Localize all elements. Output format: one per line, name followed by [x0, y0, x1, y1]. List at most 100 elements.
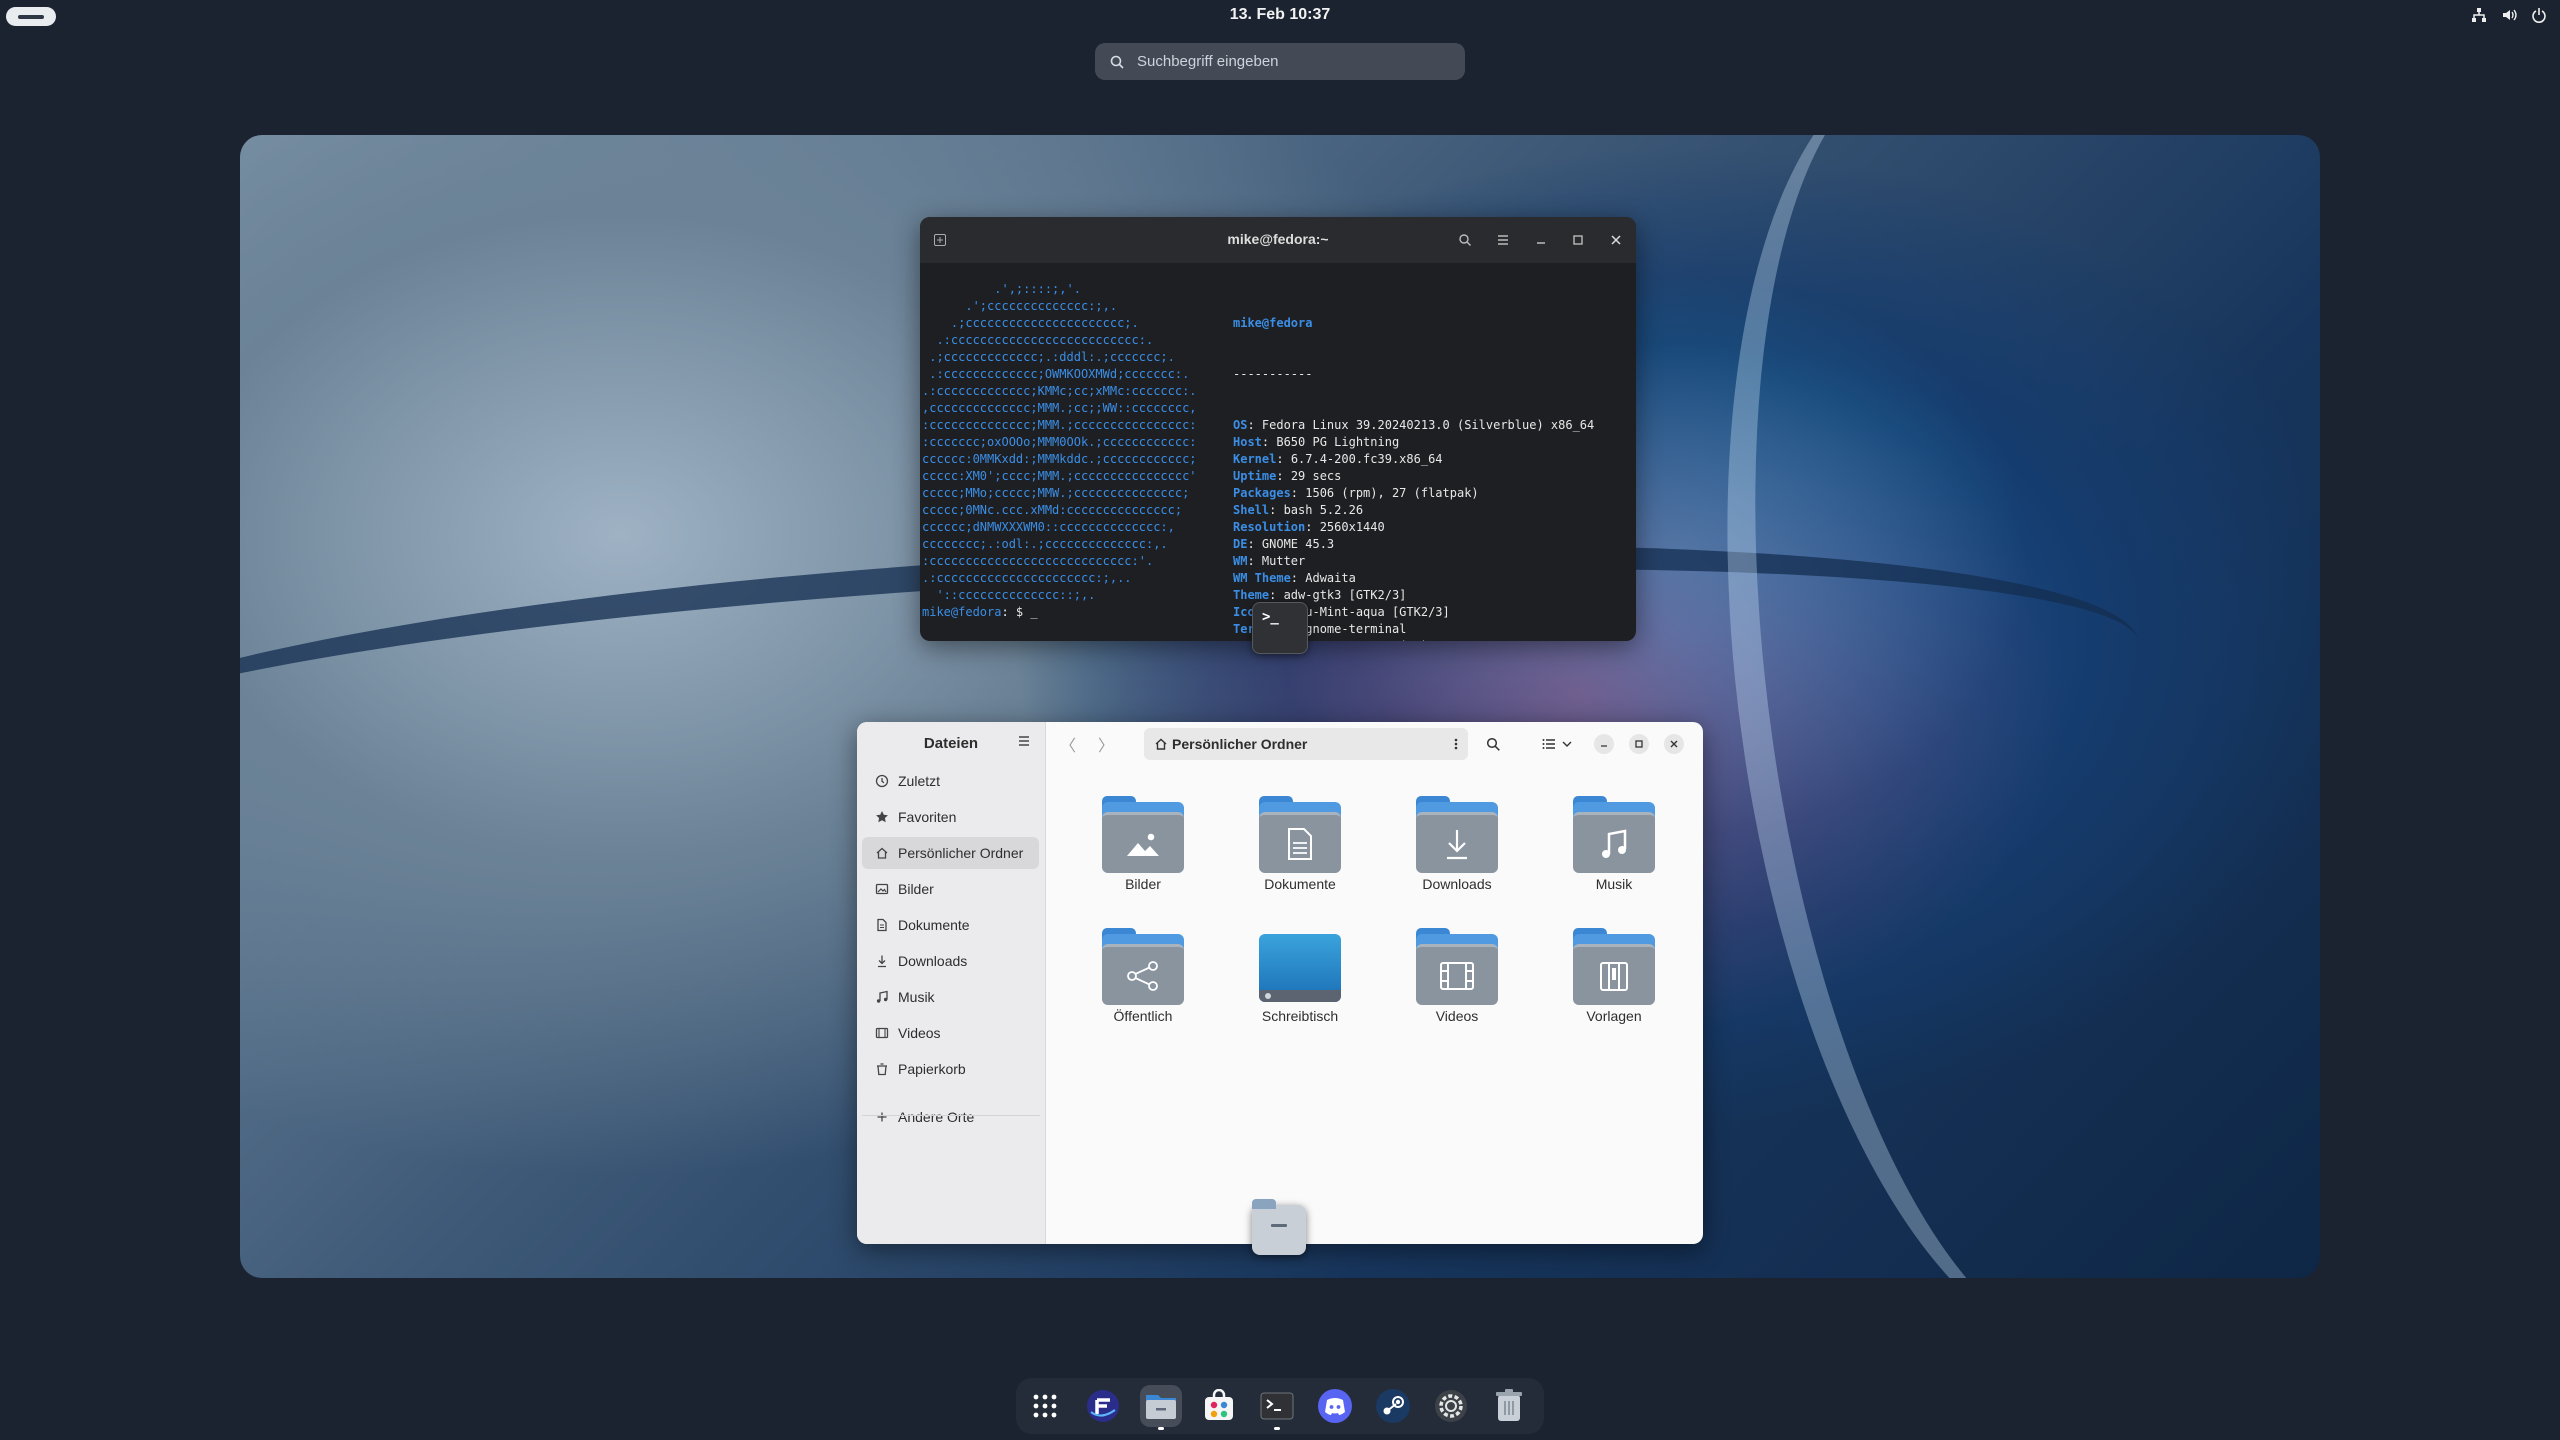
sidebar-item-downloads[interactable]: Downloads	[862, 945, 1039, 977]
terminal-icon[interactable]	[1256, 1385, 1298, 1430]
info-value: 29 secs	[1290, 469, 1342, 483]
sidebar-item-papierkorb[interactable]: Papierkorb	[862, 1053, 1039, 1085]
image-folder-icon	[1102, 796, 1184, 873]
folder-item[interactable]: Musik	[1544, 796, 1684, 892]
minimize-icon[interactable]	[1531, 230, 1551, 250]
forward-button[interactable]: 〉	[1096, 734, 1116, 755]
search-input[interactable]	[1135, 52, 1439, 71]
search-icon[interactable]	[1483, 734, 1503, 754]
info-line: Kernel: 6.7.4-200.fc39.x86_64	[1233, 452, 1443, 466]
activities-button[interactable]	[6, 7, 56, 26]
close-icon[interactable]	[1664, 734, 1684, 754]
terminal-prompt[interactable]: mike@fedora: $ _	[922, 605, 1038, 619]
dock	[1016, 1378, 1544, 1434]
info-line: WM Theme: Adwaita	[1233, 571, 1356, 585]
files-main[interactable]: 〈 〉 Persönlicher Ordner Bilder Dokumente…	[1046, 722, 1703, 1244]
terminal-output[interactable]: .',;::::;,'. .';cccccccccccccc:;,. .;ccc…	[920, 263, 1636, 641]
files-headerbar: 〈 〉 Persönlicher Ordner	[1046, 722, 1703, 766]
info-value: bash 5.2.26	[1283, 503, 1364, 517]
folder-item[interactable]: Videos	[1387, 928, 1527, 1024]
folder-item[interactable]: Vorlagen	[1544, 928, 1684, 1024]
chevron-down-icon[interactable]	[1557, 734, 1577, 754]
menu-icon[interactable]	[1493, 230, 1513, 250]
search-icon[interactable]	[1455, 230, 1475, 250]
network-icon[interactable]	[2470, 6, 2488, 24]
info-line: WM: Mutter	[1233, 554, 1306, 568]
maximize-icon[interactable]	[1629, 734, 1649, 754]
terminal-header[interactable]: mike@fedora:~	[920, 217, 1636, 263]
folder-name: Dokumente	[1264, 876, 1336, 892]
menu-icon[interactable]	[1017, 734, 1035, 752]
prompt-cursor: : $ _	[1001, 605, 1038, 619]
home-icon	[1154, 737, 1168, 751]
files-app-icon[interactable]	[1252, 1199, 1306, 1255]
info-key: Shell	[1233, 503, 1270, 517]
info-key: Theme	[1233, 588, 1270, 602]
folder-name: Schreibtisch	[1261, 1008, 1339, 1024]
info-value: Fedora Linux 39.20240213.0 (Silverblue) …	[1261, 418, 1595, 432]
logo-line: :cccccccccccccc;MMM.;cccccccccccccccc:	[922, 418, 1197, 432]
folder-item[interactable]: Dokumente	[1230, 796, 1370, 892]
info-line: OS: Fedora Linux 39.20240213.0 (Silverbl…	[1233, 418, 1595, 432]
trash-dock-icon[interactable]	[1488, 1385, 1530, 1427]
search-icon	[1110, 55, 1124, 69]
info-key: OS	[1233, 418, 1248, 432]
path-bar[interactable]: Persönlicher Ordner	[1144, 728, 1468, 760]
sidebar-item-dokumente[interactable]: Dokumente	[862, 909, 1039, 941]
fedora-media-writer-icon[interactable]	[1082, 1385, 1124, 1427]
info-line: Host: B650 PG Lightning	[1233, 435, 1400, 449]
power-icon[interactable]	[2530, 6, 2548, 24]
folder-item[interactable]: Öffentlich	[1073, 928, 1213, 1024]
logo-line: .:ccccccccccccc;OWMKOOXMWd;ccccccc:.	[922, 367, 1190, 381]
running-indicator	[1274, 1427, 1280, 1430]
sidebar-item-label: Downloads	[898, 953, 968, 969]
sidebar-item-bilder[interactable]: Bilder	[862, 873, 1039, 905]
sidebar-item-label: Papierkorb	[898, 1061, 966, 1077]
info-key: Host	[1233, 435, 1262, 449]
sidebar-item-zuletzt[interactable]: Zuletzt	[862, 765, 1039, 797]
steam-icon[interactable]	[1372, 1385, 1414, 1427]
trash-icon	[874, 1061, 890, 1077]
info-key: WM Theme	[1233, 571, 1291, 585]
system-info: mike@fedora ----------- OS: Fedora Linux…	[1233, 281, 1594, 641]
logo-line: .:cccccccccccccccccccccccccc:.	[922, 333, 1154, 347]
folder-name: Musik	[1595, 876, 1633, 892]
folder-item[interactable]: Schreibtisch	[1230, 928, 1370, 1024]
app-grid-icon[interactable]	[1024, 1385, 1066, 1427]
info-value: Mutter	[1261, 554, 1306, 568]
folder-item[interactable]: Downloads	[1387, 796, 1527, 892]
minimize-icon[interactable]	[1594, 734, 1614, 754]
volume-icon[interactable]	[2500, 6, 2518, 24]
logo-line: .;cccccccccccccccccccccc;.	[922, 316, 1139, 330]
info-separator: -----------	[1233, 367, 1313, 381]
back-button[interactable]: 〈	[1058, 734, 1078, 755]
sidebar-item-musik[interactable]: Musik	[862, 981, 1039, 1013]
clock[interactable]: 13. Feb 10:37	[1180, 6, 1380, 24]
discord-icon[interactable]	[1314, 1385, 1356, 1427]
music-icon	[874, 989, 890, 1005]
info-value: 2560x1440	[1319, 520, 1385, 534]
logo-line: '::cccccccccccccc::;,.	[922, 588, 1096, 602]
sidebar-item-favoriten[interactable]: Favoriten	[862, 801, 1039, 833]
system-tray[interactable]	[2470, 6, 2548, 24]
plus-icon	[874, 1109, 890, 1125]
close-icon[interactable]	[1606, 230, 1626, 250]
info-line: Packages: 1506 (rpm), 27 (flatpak)	[1233, 486, 1479, 500]
maximize-icon[interactable]	[1568, 230, 1588, 250]
files-icon[interactable]	[1140, 1385, 1182, 1430]
terminal-app-icon[interactable]: >_	[1252, 602, 1308, 654]
sidebar-item-videos[interactable]: Videos	[862, 1017, 1039, 1049]
terminal-window[interactable]: mike@fedora:~ .',;::::;,'. .';cccccccccc…	[920, 217, 1636, 641]
document-icon	[874, 917, 890, 933]
info-key: Resolution	[1233, 520, 1306, 534]
folder-item[interactable]: Bilder	[1073, 796, 1213, 892]
view-list-icon[interactable]	[1539, 734, 1559, 754]
sidebar-item-andere-orte[interactable]: Andere Orte	[862, 1101, 1039, 1133]
path-menu-icon[interactable]	[1454, 736, 1458, 752]
sidebar-item-persönlicher-ordner[interactable]: Persönlicher Ordner	[862, 837, 1039, 869]
files-window[interactable]: Dateien Zuletzt Favoriten Persönlicher Ord…	[857, 722, 1703, 1244]
logo-line: ccccc;MMo;ccccc;MMW.;ccccccccccccccc;	[922, 486, 1190, 500]
software-icon[interactable]	[1198, 1385, 1240, 1427]
overview-search[interactable]	[1095, 43, 1465, 80]
settings-icon[interactable]	[1430, 1385, 1472, 1427]
